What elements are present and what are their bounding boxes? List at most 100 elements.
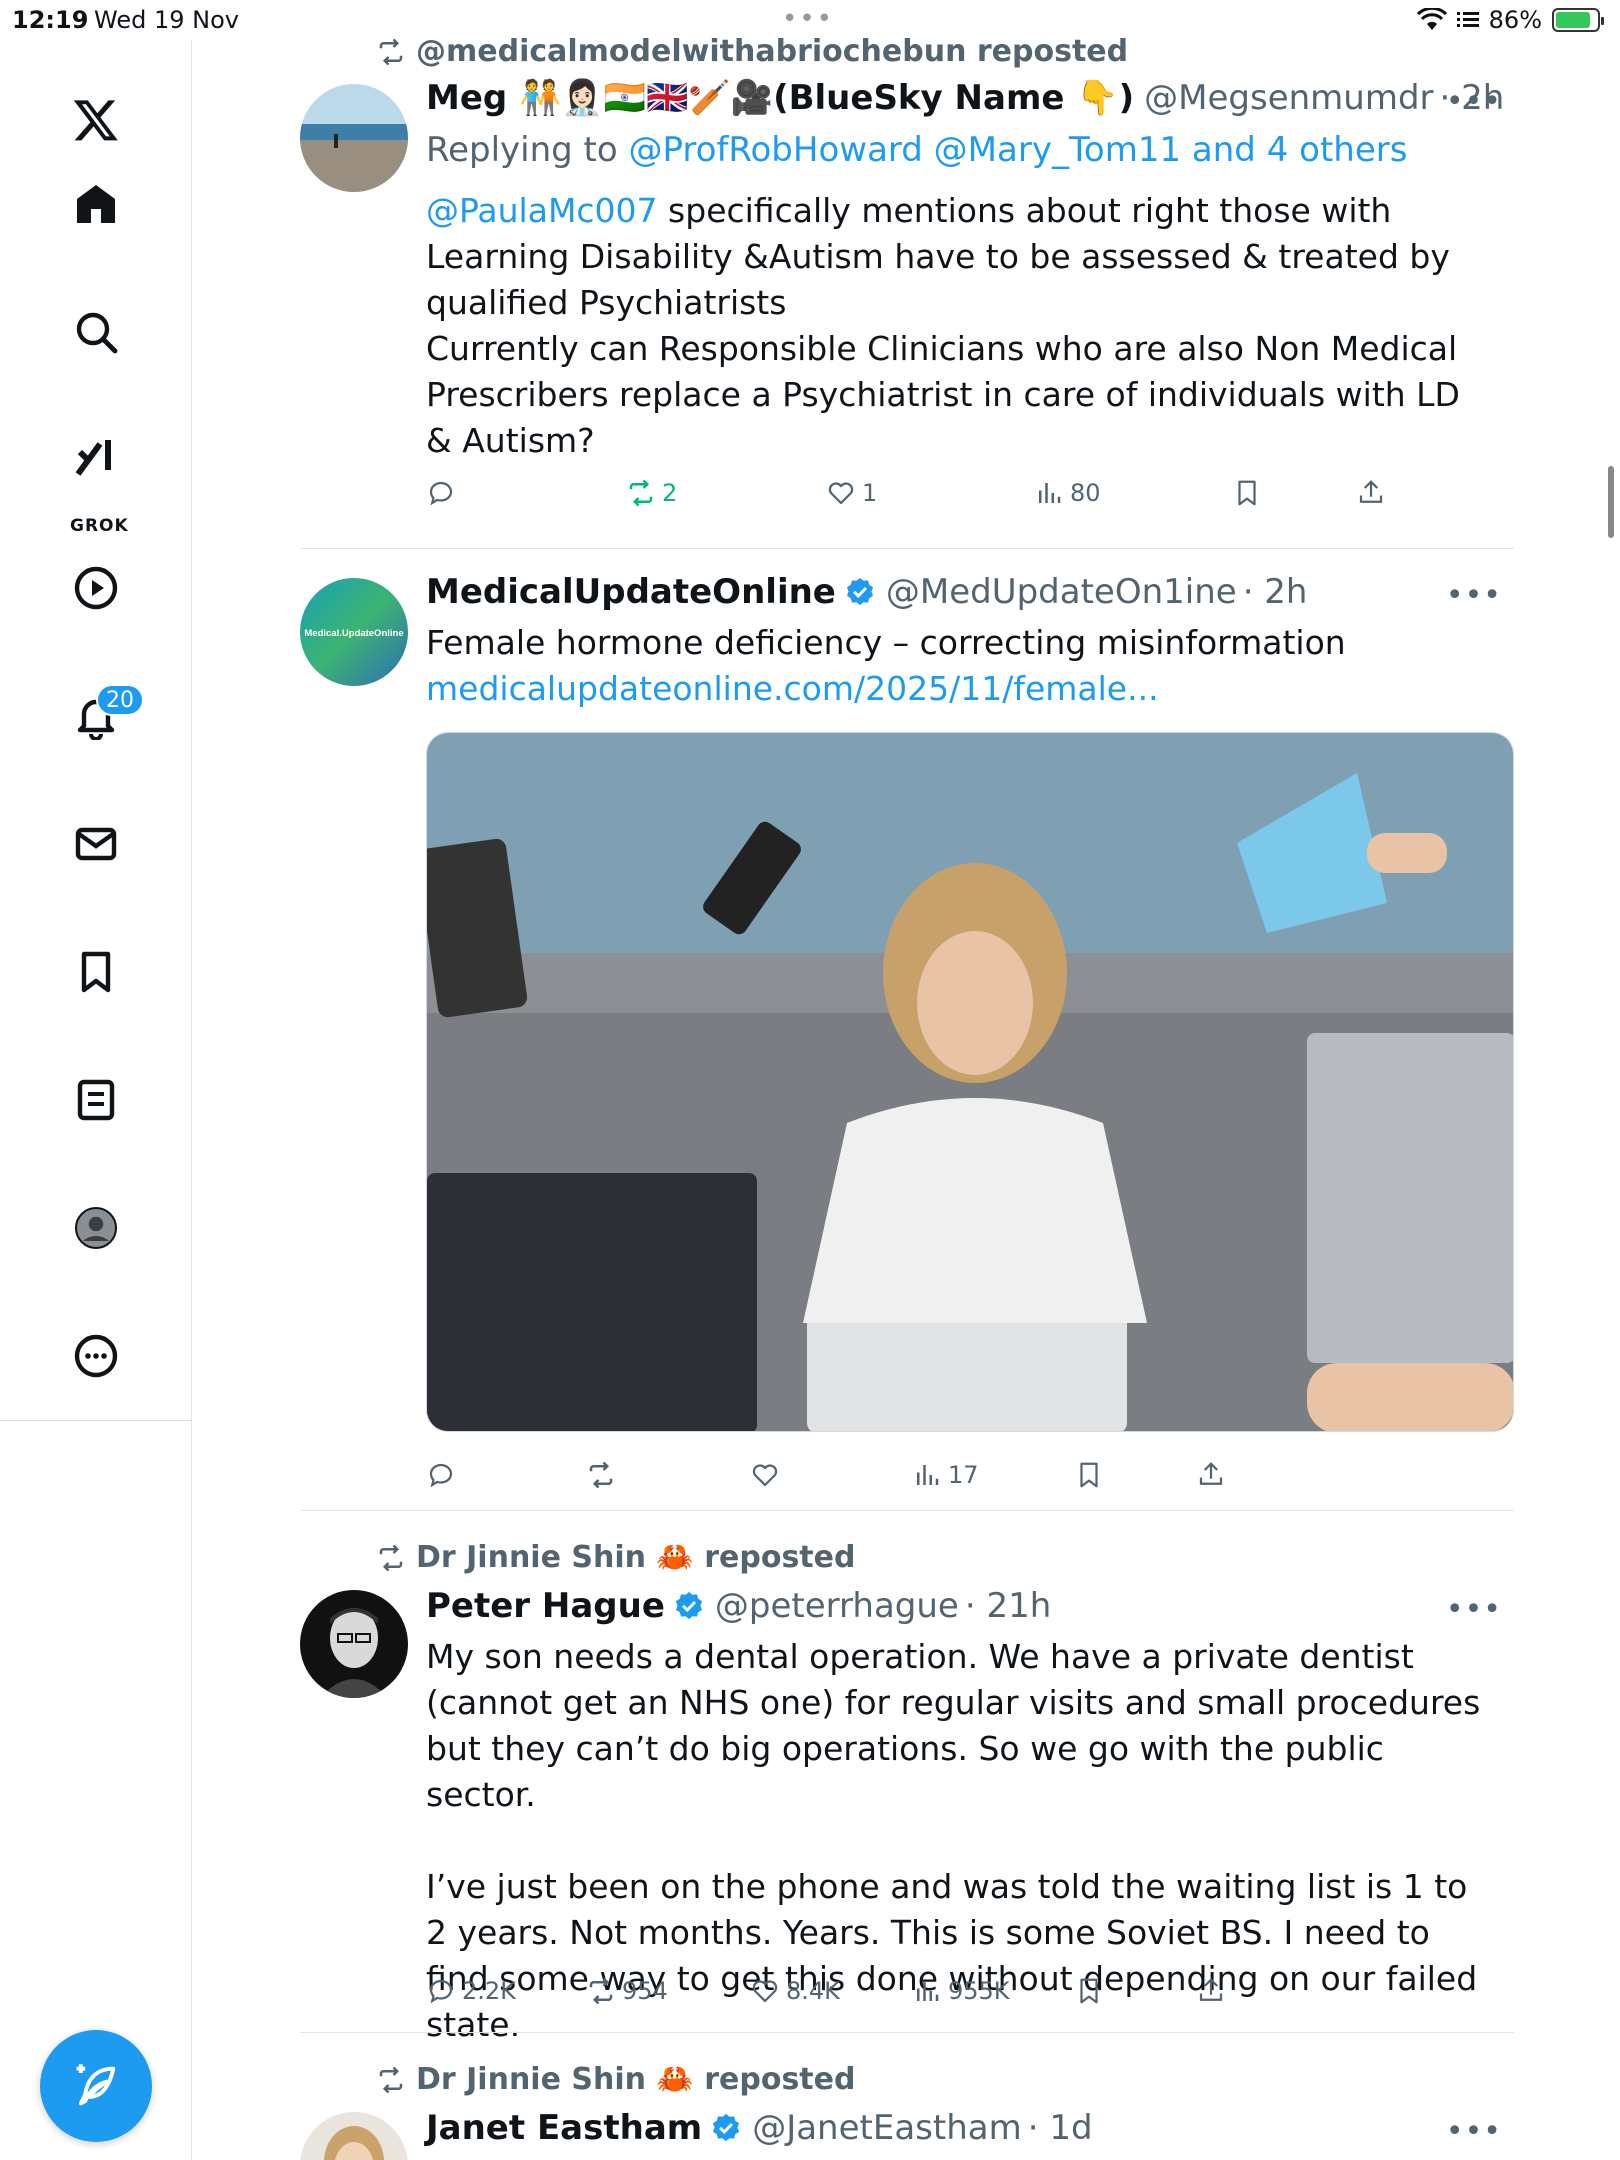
battery-percent: 86% — [1488, 6, 1542, 34]
verified-badge-icon — [846, 578, 873, 606]
repost-by[interactable]: Dr Jinnie Shin 🦀 reposted — [416, 1540, 855, 1575]
avatar[interactable] — [300, 2112, 408, 2160]
post-divider — [300, 548, 1514, 549]
author-handle[interactable]: @peterrhague — [715, 1586, 959, 1626]
post-time[interactable]: · 2h — [1243, 572, 1308, 612]
heart-icon — [828, 482, 854, 505]
views-button[interactable]: 80 — [1034, 478, 1101, 508]
video-icon[interactable] — [66, 558, 126, 618]
author-name[interactable]: Peter Hague — [426, 1586, 665, 1626]
post-header: Meg 🧑‍🤝‍🧑👩🏻‍⚕️🇮🇳🇬🇧🏏🎥(BlueSky Name 👇) @Me… — [426, 78, 1504, 118]
repost-count: 2 — [662, 479, 678, 507]
bookmark-icon[interactable] — [66, 942, 126, 1002]
avatar[interactable] — [300, 1590, 408, 1698]
share-button[interactable] — [1196, 1460, 1226, 1490]
views-button[interactable]: 955K — [912, 1976, 1010, 2006]
author-handle[interactable]: @Megsenmumdr — [1144, 78, 1433, 118]
post-divider — [300, 2032, 1514, 2033]
post-image[interactable] — [426, 732, 1514, 1432]
author-handle[interactable]: @MedUpdateOn1ine — [886, 572, 1237, 612]
post-time[interactable]: · 1d — [1028, 2108, 1093, 2148]
like-button[interactable]: 1 — [826, 478, 877, 508]
repost-icon — [589, 1461, 613, 1489]
status-time: 12:19 — [12, 6, 89, 34]
battery-icon — [1552, 8, 1604, 32]
avatar-logo-text: Medical.UpdateOnline — [304, 628, 403, 639]
more-options-icon[interactable]: ••• — [1446, 2114, 1502, 2149]
repost-icon — [379, 2066, 403, 2093]
replying-to-handles[interactable]: @ProfRobHoward @Mary_Tom11 and 4 others — [629, 130, 1408, 170]
repost-context: @medicalmodelwithabriochebun reposted — [376, 34, 1128, 69]
bookmark-icon — [1238, 480, 1256, 506]
author-name[interactable]: MedicalUpdateOnline — [426, 572, 836, 612]
bookmark-button[interactable] — [1074, 1976, 1104, 2006]
post-header: MedicalUpdateOnline @MedUpdateOn1ine · 2… — [426, 572, 1307, 612]
repost-button[interactable]: 2 — [626, 478, 677, 508]
share-icon — [1199, 1978, 1223, 2001]
article-link[interactable]: medicalupdateonline.com/2025/11/female..… — [426, 669, 1159, 708]
sidebar-nav: GROK 20 — [0, 40, 192, 2160]
post-header: Janet Eastham @JanetEastham · 1d — [426, 2108, 1093, 2148]
more-options-icon[interactable]: ••• — [1446, 1592, 1502, 1627]
share-icon — [1359, 480, 1383, 503]
like-button[interactable]: 8.4K — [750, 1976, 840, 2006]
repost-context: Dr Jinnie Shin 🦀 reposted — [376, 2062, 855, 2097]
more-icon[interactable] — [66, 1326, 126, 1386]
repost-button[interactable] — [586, 1460, 622, 1490]
grok-icon[interactable] — [66, 428, 126, 488]
author-name[interactable]: Janet Eastham — [426, 2108, 702, 2148]
avatar[interactable] — [300, 84, 408, 192]
search-icon[interactable] — [66, 302, 126, 362]
bookmark-icon — [1080, 1978, 1098, 2004]
reply-button[interactable] — [426, 1460, 462, 1490]
views-count: 955K — [948, 1977, 1010, 2005]
repost-icon — [629, 479, 653, 507]
like-button[interactable] — [750, 1460, 786, 1490]
mail-icon[interactable] — [66, 814, 126, 874]
post-header: Peter Hague @peterrhague · 21h — [426, 1586, 1051, 1626]
reply-button[interactable]: 2.2K — [426, 1976, 516, 2006]
more-options-icon[interactable]: ••• — [1446, 84, 1502, 119]
multitasking-dots-icon[interactable]: ••• — [782, 4, 834, 34]
sidebar-divider — [0, 1420, 192, 1421]
bookmark-icon — [1080, 1462, 1098, 1488]
replying-to: Replying to @ProfRobHoward @Mary_Tom11 a… — [426, 130, 1407, 170]
repost-icon — [379, 1544, 403, 1571]
views-button[interactable]: 17 — [912, 1460, 979, 1490]
post-text: Female hormone deficiency – correcting m… — [426, 620, 1486, 712]
post-text-line: Female hormone deficiency – correcting m… — [426, 623, 1346, 662]
reply-button[interactable] — [426, 478, 462, 508]
author-handle[interactable]: @JanetEastham — [752, 2108, 1022, 2148]
repost-icon — [589, 1977, 613, 2005]
like-count: 8.4K — [786, 1977, 840, 2005]
post-time[interactable]: · 21h — [965, 1586, 1051, 1626]
mention-link[interactable]: @PaulaMc007 — [426, 191, 658, 230]
compose-button[interactable] — [40, 2030, 152, 2142]
avatar[interactable]: Medical.UpdateOnline — [300, 578, 408, 686]
repost-by[interactable]: Dr Jinnie Shin 🦀 reposted — [416, 2062, 855, 2097]
repost-by[interactable]: @medicalmodelwithabriochebun reposted — [416, 34, 1128, 69]
share-icon — [1199, 1462, 1223, 1485]
heart-icon — [752, 1464, 778, 1487]
views-icon — [1039, 483, 1061, 503]
profile-icon[interactable] — [66, 1198, 126, 1258]
home-icon[interactable] — [66, 174, 126, 234]
author-name[interactable]: Meg 🧑‍🤝‍🧑👩🏻‍⚕️🇮🇳🇬🇧🏏🎥(BlueSky Name 👇) — [426, 78, 1134, 118]
reply-count: 2.2K — [462, 1977, 516, 2005]
bookmark-button[interactable] — [1232, 478, 1262, 508]
x-logo-icon[interactable] — [66, 90, 126, 150]
reply-icon — [429, 481, 453, 506]
bookmark-button[interactable] — [1074, 1460, 1104, 1490]
post-text: @PaulaMc007 specifically mentions about … — [426, 188, 1486, 464]
share-button[interactable] — [1356, 478, 1386, 508]
post-paragraph: My son needs a dental operation. We have… — [426, 1637, 1481, 1814]
repost-count: 954 — [622, 1977, 668, 2005]
compose-feather-icon — [76, 2064, 116, 2106]
share-button[interactable] — [1196, 1976, 1226, 2006]
more-options-icon[interactable]: ••• — [1446, 578, 1502, 613]
scroll-indicator[interactable] — [1608, 466, 1614, 538]
reply-icon — [429, 1463, 453, 1488]
replying-prefix: Replying to — [426, 130, 629, 170]
lists-icon[interactable] — [66, 1070, 126, 1130]
repost-button[interactable]: 954 — [586, 1976, 668, 2006]
